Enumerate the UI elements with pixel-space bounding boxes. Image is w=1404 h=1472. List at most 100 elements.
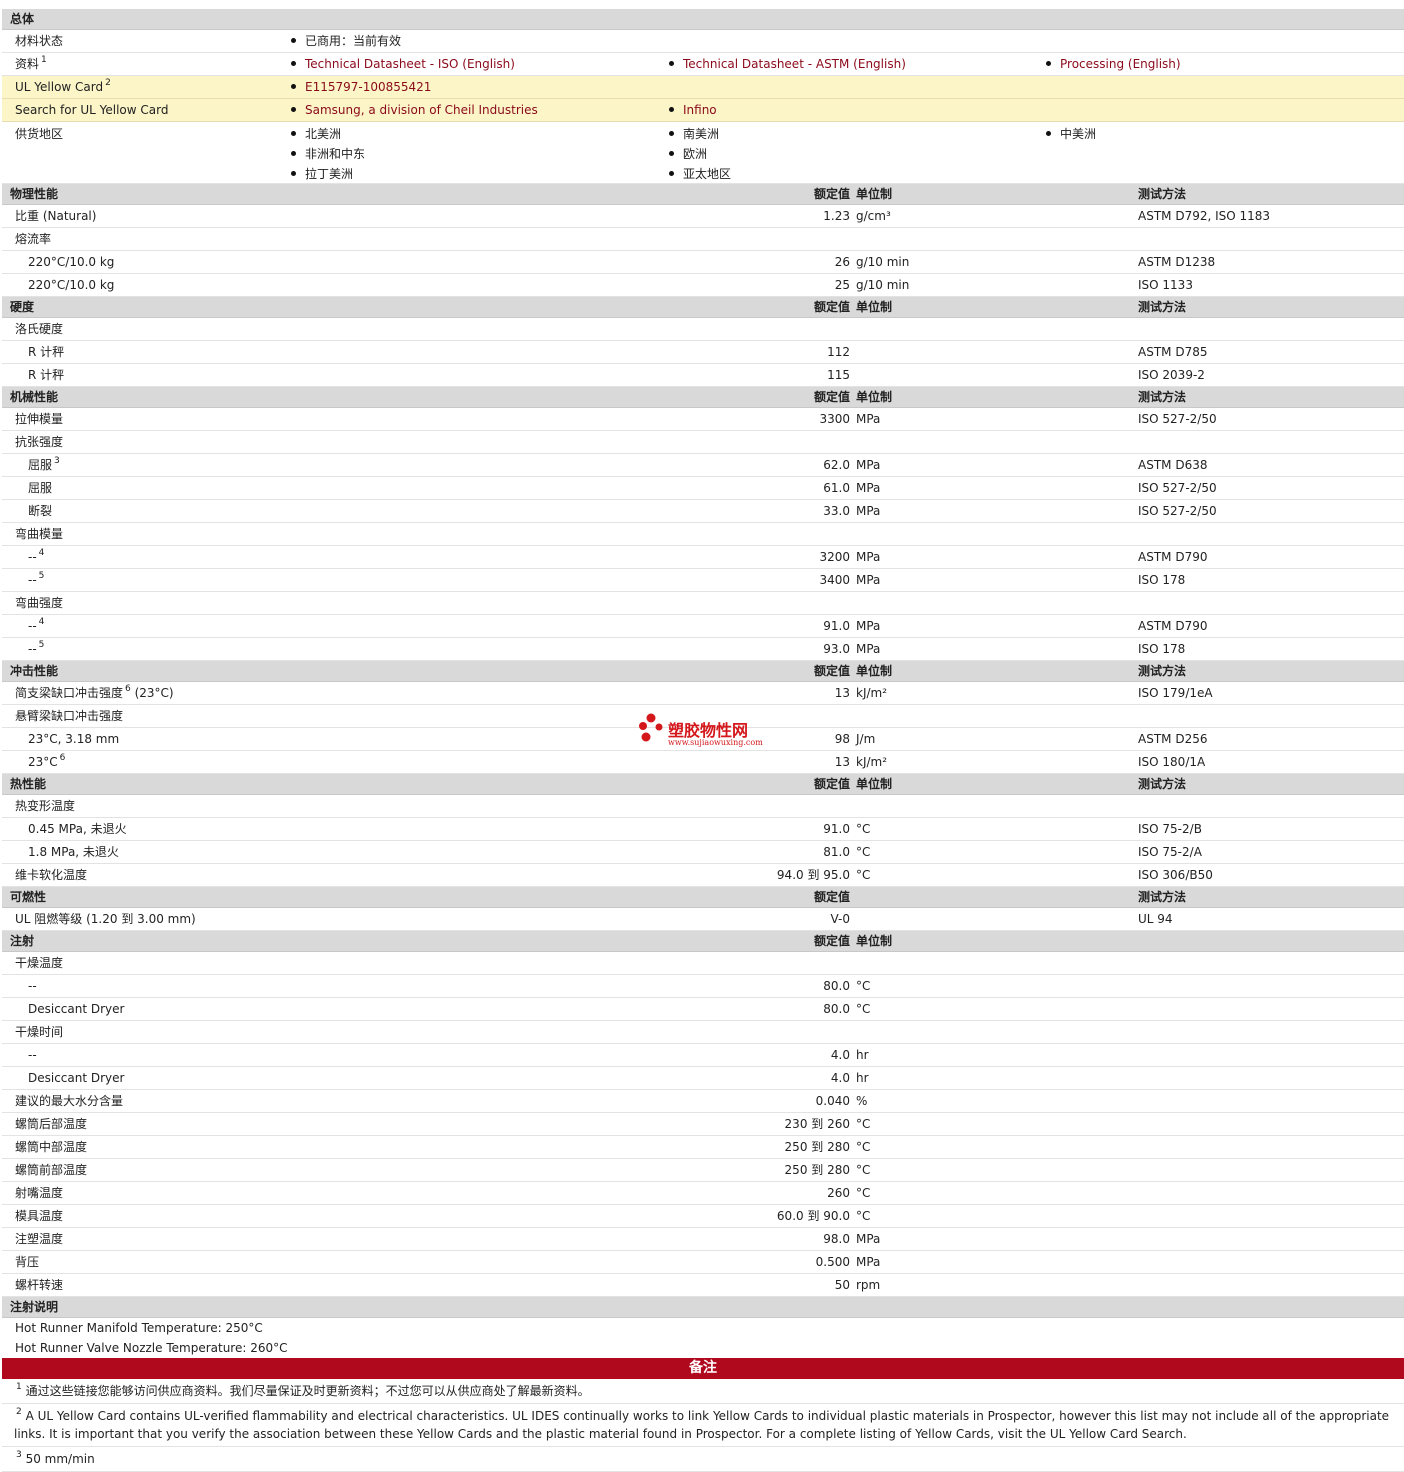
bullet-icon xyxy=(669,61,674,66)
watermark-logo: 塑胶物性网 www.sujiaowuxing.com xyxy=(636,712,776,752)
search-link-samsung[interactable]: Samsung, a division of Cheil Industries xyxy=(291,99,538,122)
property-label: 1.8 MPa, 未退火 xyxy=(28,845,119,859)
property-unit: °C xyxy=(856,1163,871,1177)
property-row: 干燥时间 xyxy=(2,1021,1404,1044)
property-label: 建议的最大水分含量 xyxy=(15,1094,124,1108)
property-unit: °C xyxy=(856,845,871,859)
property-unit: MPa xyxy=(856,504,881,518)
property-row: 注塑温度 98.0 MPa xyxy=(2,1228,1404,1251)
property-row: 屈服 61.0 MPa ISO 527-2/50 xyxy=(2,477,1404,500)
property-row: Desiccant Dryer 4.0 hr xyxy=(2,1067,1404,1090)
row-material-status: 材料状态 已商用：当前有效 xyxy=(2,30,1404,53)
property-label: 熔流率 xyxy=(15,232,52,246)
search-link-infino[interactable]: Infino xyxy=(669,99,717,122)
property-row: -- 4.0 hr xyxy=(2,1044,1404,1067)
property-row: Desiccant Dryer 80.0 °C xyxy=(2,998,1404,1021)
property-value: 62.0 xyxy=(823,458,850,472)
property-row: 弯曲强度 xyxy=(2,592,1404,615)
property-value: 13 xyxy=(834,755,850,769)
property-label: 注塑温度 xyxy=(15,1232,64,1246)
property-method: ISO 306/B50 xyxy=(1138,868,1213,882)
property-row: 螺筒中部温度 250 到 280 °C xyxy=(2,1136,1404,1159)
property-value: 13 xyxy=(834,686,850,700)
section-injection-header: 注射 额定值 单位制 xyxy=(2,931,1404,952)
property-label: 螺筒前部温度 xyxy=(15,1163,88,1177)
property-label: 23°C, 3.18 mm xyxy=(28,732,120,746)
doc-link-astm[interactable]: Technical Datasheet - ASTM (English) xyxy=(669,53,906,76)
property-method: ASTM D638 xyxy=(1138,458,1208,472)
section-title: 机械性能 xyxy=(10,390,59,404)
column-header-method: 测试方法 xyxy=(1138,664,1187,678)
property-row: 建议的最大水分含量 0.040% xyxy=(2,1090,1404,1113)
property-label: 23°C 6 xyxy=(28,753,66,769)
property-value: 250 到 280 xyxy=(784,1140,850,1154)
row-documents: 资料 1 Technical Datasheet - ISO (English) … xyxy=(2,53,1404,76)
footnote-2: 2 A UL Yellow Card contains UL-verified … xyxy=(2,1404,1404,1447)
property-method: ISO 527-2/50 xyxy=(1138,481,1217,495)
property-label: 螺筒后部温度 xyxy=(15,1117,88,1131)
property-method: ISO 2039-2 xyxy=(1138,368,1205,382)
property-row: 螺杆转速 50 rpm xyxy=(2,1274,1404,1297)
property-value: 91.0 xyxy=(823,822,850,836)
column-header-unit: 单位制 xyxy=(856,777,893,791)
property-label: 维卡软化温度 xyxy=(15,868,88,882)
property-unit: g/10 min xyxy=(856,255,910,269)
property-label: 弯曲模量 xyxy=(15,527,64,541)
property-unit: °C xyxy=(856,1209,871,1223)
property-row: 比重 (Natural) 1.23 g/cm³ ASTM D792, ISO 1183 xyxy=(2,205,1404,228)
property-label: -- 5 xyxy=(28,571,45,587)
property-unit: kJ/m² xyxy=(856,755,888,769)
property-label: 热变形温度 xyxy=(15,799,76,813)
doc-link-iso[interactable]: Technical Datasheet - ISO (English) xyxy=(291,53,515,76)
bullet-icon xyxy=(291,84,296,89)
property-unit: °C xyxy=(856,1002,871,1016)
section-title: 注射 xyxy=(10,934,35,948)
property-unit: hr xyxy=(856,1071,869,1085)
property-value: 98 xyxy=(834,732,850,746)
property-value: 94.0 到 95.0 xyxy=(776,868,850,882)
property-label: 简支梁缺口冲击强度 6 (23°C) xyxy=(15,684,174,700)
property-value: 80.0 xyxy=(823,979,850,993)
property-value: V-0 xyxy=(830,912,850,926)
property-unit: °C xyxy=(856,868,871,882)
property-row: -- 5 93.0 MPa ISO 178 xyxy=(2,638,1404,661)
property-value: 3200 xyxy=(819,550,850,564)
property-unit: hr xyxy=(856,1048,869,1062)
doc-link-processing[interactable]: Processing (English) xyxy=(1046,53,1181,76)
property-unit: °C xyxy=(856,1117,871,1131)
property-row: 1.8 MPa, 未退火 81.0 °C ISO 75-2/A xyxy=(2,841,1404,864)
property-value: 0.500 xyxy=(815,1255,850,1269)
property-unit: rpm xyxy=(856,1278,881,1292)
property-method: ISO 527-2/50 xyxy=(1138,504,1217,518)
row-label: 资料 1 xyxy=(15,55,47,71)
section-title: 注射说明 xyxy=(10,1300,59,1314)
property-unit: MPa xyxy=(856,619,881,633)
column-header-nominal: 额定值 xyxy=(813,390,850,404)
property-row: 220°C/10.0 kg 25 g/10 min ISO 1133 xyxy=(2,274,1404,297)
property-value: 250 到 280 xyxy=(784,1163,850,1177)
property-value: 1.23 xyxy=(823,209,850,223)
property-row: 拉伸模量 3300 MPa ISO 527-2/50 xyxy=(2,408,1404,431)
property-unit: % xyxy=(856,1094,868,1108)
property-label: 屈服 3 xyxy=(28,456,60,472)
property-label: 模具温度 xyxy=(15,1209,64,1223)
ul-card-link[interactable]: E115797-100855421 xyxy=(291,76,431,99)
property-method: ASTM D790 xyxy=(1138,619,1208,633)
property-value: 3300 xyxy=(819,412,850,426)
property-value: 4.0 xyxy=(830,1048,850,1062)
property-row: 断裂 33.0 MPa ISO 527-2/50 xyxy=(2,500,1404,523)
section-injection-notes-header: 注射说明 xyxy=(2,1297,1404,1318)
property-row: 屈服 3 62.0 MPa ASTM D638 xyxy=(2,454,1404,477)
property-method: ASTM D785 xyxy=(1138,345,1208,359)
column-header-nominal: 额定值 xyxy=(813,890,850,904)
property-unit: MPa xyxy=(856,412,881,426)
property-value: 93.0 xyxy=(823,642,850,656)
property-value: 81.0 xyxy=(823,845,850,859)
property-method: UL 94 xyxy=(1138,912,1173,926)
property-label: 干燥温度 xyxy=(15,956,64,970)
bullet-icon xyxy=(291,61,296,66)
section-title: 可燃性 xyxy=(10,890,47,904)
section-title: 冲击性能 xyxy=(10,664,59,678)
property-label: 断裂 xyxy=(28,504,53,518)
property-label: 比重 (Natural) xyxy=(15,209,97,223)
